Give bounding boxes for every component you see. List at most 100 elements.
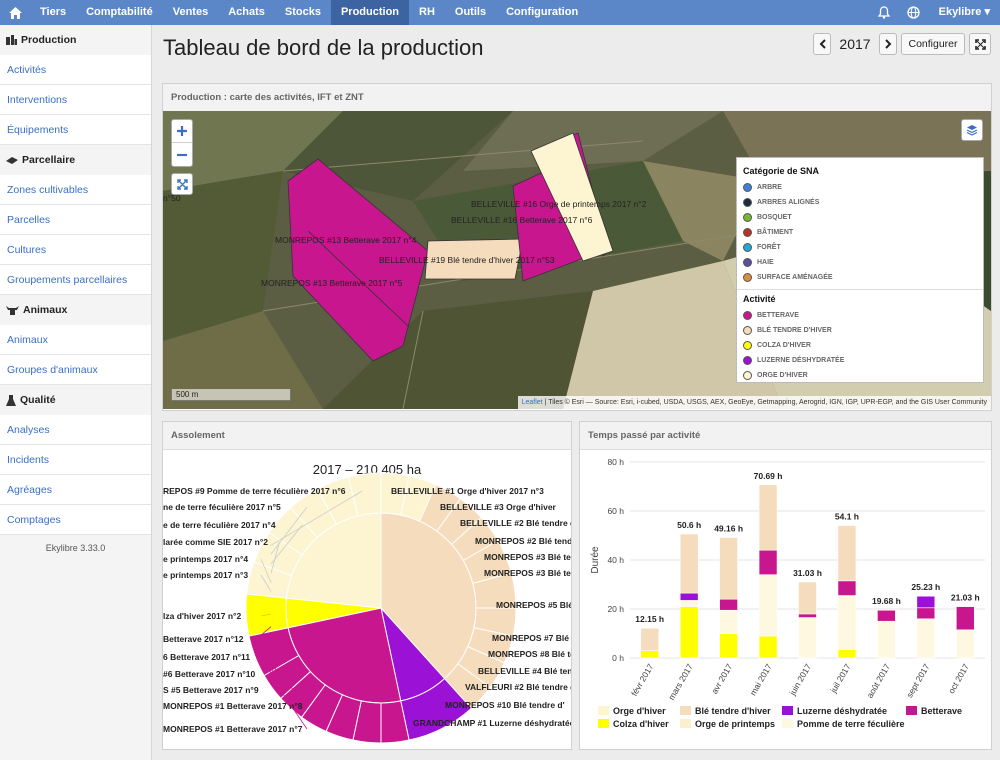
- nav-stocks[interactable]: Stocks: [275, 0, 331, 25]
- scale-bar: 500 m: [171, 389, 291, 401]
- legend-item[interactable]: Colza d'hiver: [743, 338, 977, 353]
- production-icon: [6, 35, 17, 45]
- zoom-in-button[interactable]: [172, 120, 192, 143]
- bar-segment[interactable]: [758, 574, 778, 637]
- legend-item[interactable]: Haie: [743, 255, 977, 270]
- sidebar-item-comptages[interactable]: Comptages: [0, 505, 151, 535]
- bar-segment[interactable]: [798, 581, 817, 615]
- sunburst-label: Betterave 2017 n°12: [163, 634, 244, 644]
- map-label-monrepos-13-n5: MONREPOS #13 Betterave 2017 n°5: [261, 278, 403, 288]
- nav-achats[interactable]: Achats: [218, 0, 275, 25]
- bar-segment[interactable]: [877, 609, 896, 622]
- home-icon[interactable]: [0, 0, 30, 25]
- bar-total-label: 49.16 h: [714, 524, 743, 534]
- sidebar-item-zonescultivables[interactable]: Zones cultivables: [0, 175, 151, 205]
- layers-button[interactable]: [961, 119, 983, 141]
- bar-segment[interactable]: [916, 595, 936, 609]
- bar-segment[interactable]: [837, 580, 857, 596]
- bar-segment[interactable]: [640, 650, 660, 659]
- chart-legend-label: Betterave: [921, 706, 962, 716]
- map-label-belleville-16-orge: BELLEVILLE #16 Orge de printemps 2017 n°…: [471, 199, 647, 209]
- chart-legend-swatch: [782, 706, 793, 715]
- bar-segment[interactable]: [679, 600, 699, 607]
- sidebar-item-agrages[interactable]: Agréages: [0, 475, 151, 505]
- assolement-title: Assolement: [163, 422, 571, 450]
- legend-swatch: [743, 326, 752, 335]
- activity-map[interactable]: BELLEVILLE #16 Orge de printemps 2017 n°…: [163, 111, 991, 409]
- bar-segment[interactable]: [640, 627, 660, 651]
- legend-item[interactable]: Arbre: [743, 180, 977, 195]
- zoom-out-button[interactable]: [172, 143, 192, 166]
- leaflet-link[interactable]: Leaflet: [522, 399, 543, 406]
- bar-segment[interactable]: [916, 607, 936, 620]
- legend-item[interactable]: Blé tendre d'hiver: [743, 323, 977, 338]
- sidebar-item-incidents[interactable]: Incidents: [0, 445, 151, 475]
- bar-segment[interactable]: [837, 649, 857, 659]
- legend-item[interactable]: Orge d'hiver: [743, 368, 977, 382]
- bar-total-label: 70.69 h: [754, 471, 783, 481]
- bar-segment[interactable]: [679, 533, 699, 594]
- bar-segment[interactable]: [877, 620, 896, 659]
- chart-legend-swatch: [680, 719, 691, 728]
- legend-label: Colza d'hiver: [757, 342, 811, 349]
- y-tick-label: 60 h: [607, 506, 624, 516]
- legend-item[interactable]: Forêt: [743, 240, 977, 255]
- legend-item[interactable]: Luzerne déshydratée: [743, 353, 977, 368]
- bar-segment[interactable]: [758, 549, 778, 575]
- bar-segment[interactable]: [758, 484, 778, 551]
- sidebar-item-animaux[interactable]: Animaux: [0, 325, 151, 355]
- nav-outils[interactable]: Outils: [445, 0, 496, 25]
- sidebar-item-interventions[interactable]: Interventions: [0, 85, 151, 115]
- bar-segment[interactable]: [758, 635, 778, 659]
- sidebar-item-activits[interactable]: Activités: [0, 55, 151, 85]
- sidebar-item-cultures[interactable]: Cultures: [0, 235, 151, 265]
- user-menu[interactable]: Ekylibre ▾: [929, 0, 1000, 25]
- legend-item[interactable]: Betterave: [743, 308, 977, 323]
- bar-segment[interactable]: [679, 606, 699, 659]
- bar-segment[interactable]: [679, 592, 699, 601]
- bar-segment[interactable]: [719, 609, 738, 634]
- nav-tiers[interactable]: Tiers: [30, 0, 76, 25]
- nav-configuration[interactable]: Configuration: [496, 0, 588, 25]
- nav-ventes[interactable]: Ventes: [163, 0, 218, 25]
- minus-icon: [177, 153, 187, 156]
- fullscreen-button[interactable]: [969, 33, 991, 55]
- legend-item[interactable]: Bosquet: [743, 210, 977, 225]
- nav-rh[interactable]: RH: [409, 0, 445, 25]
- nav-comptabilit[interactable]: Comptabilité: [76, 0, 163, 25]
- sidebar-item-quipements[interactable]: Équipements: [0, 115, 151, 145]
- bar-segment[interactable]: [798, 617, 817, 659]
- sidebar-item-analyses[interactable]: Analyses: [0, 415, 151, 445]
- attribution-text: | Tiles © Esri — Source: Esri, i-cubed, …: [542, 399, 987, 406]
- sidebar-item-groupesdanimaux[interactable]: Groupes d'animaux: [0, 355, 151, 385]
- bar-segment[interactable]: [719, 633, 738, 659]
- legend-item[interactable]: Arbres alignés: [743, 195, 977, 210]
- sidebar-item-parcelles[interactable]: Parcelles: [0, 205, 151, 235]
- bar-segment[interactable]: [798, 613, 817, 618]
- legend-label: Arbres alignés: [757, 199, 820, 206]
- bell-icon[interactable]: [869, 0, 899, 25]
- sidebar-item-groupementsparcellaires[interactable]: Groupements parcellaires: [0, 265, 151, 295]
- globe-icon[interactable]: [899, 0, 929, 25]
- sunburst-label: ne de terre féculière 2017 n°5: [163, 502, 281, 512]
- legend-label: Surface aménagée: [757, 274, 833, 281]
- expand-icon: [974, 38, 986, 50]
- chart-legend-swatch: [782, 719, 793, 728]
- bar-segment[interactable]: [719, 598, 738, 611]
- fit-bounds-button[interactable]: [171, 173, 193, 195]
- previous-year-button[interactable]: [813, 33, 831, 55]
- bar-segment[interactable]: [837, 525, 857, 582]
- legend-item[interactable]: Bâtiment: [743, 225, 977, 240]
- legend-item[interactable]: Surface aménagée: [743, 270, 977, 285]
- chart-legend-label: Orge d'hiver: [613, 706, 666, 716]
- bar-segment[interactable]: [916, 618, 936, 659]
- next-year-button[interactable]: [879, 33, 897, 55]
- bar-segment[interactable]: [955, 606, 975, 631]
- configure-button[interactable]: Configurer: [901, 33, 965, 55]
- nav-production[interactable]: Production: [330, 0, 410, 25]
- bar-segment[interactable]: [955, 629, 975, 659]
- chart-legend-swatch: [598, 719, 609, 728]
- chart-legend-swatch: [598, 706, 609, 715]
- bar-segment[interactable]: [719, 537, 738, 600]
- bar-segment[interactable]: [837, 595, 857, 650]
